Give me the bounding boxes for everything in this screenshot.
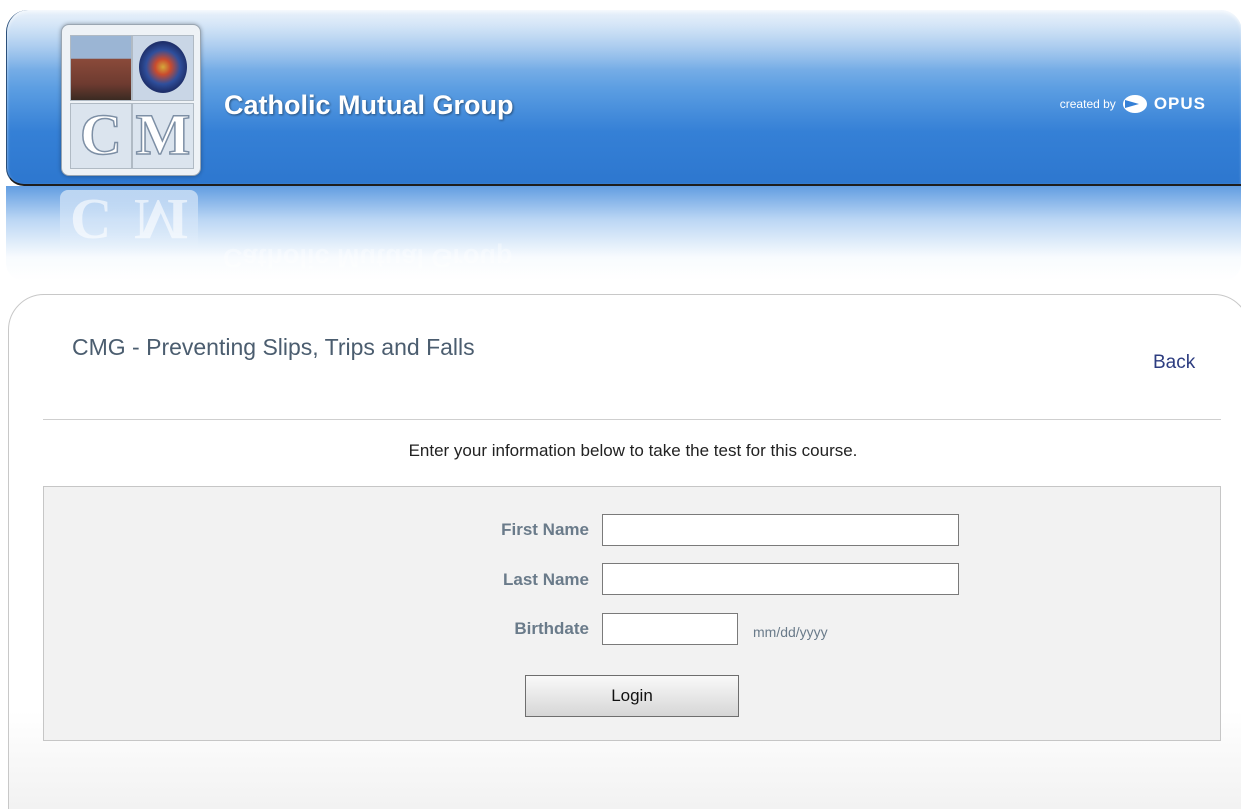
birthdate-format-hint: mm/dd/yyyy [753, 624, 828, 640]
header-banner: C M Catholic Mutual Group created by OPU… [6, 10, 1241, 186]
instructions-text: Enter your information below to take the… [408, 441, 858, 460]
back-link[interactable]: Back [1153, 352, 1195, 374]
logo-rose-window-image [132, 35, 194, 101]
reflection-letter-m: M [134, 187, 189, 252]
birthdate-input[interactable] [602, 613, 738, 645]
page: C M Catholic Mutual Group created by OPU… [0, 0, 1241, 809]
opus-label: OPUS [1153, 94, 1206, 113]
last-name-label: Last Name [503, 570, 589, 589]
logo-letter-m: M [132, 103, 194, 169]
rose-window-icon [139, 41, 187, 93]
birthdate-label: Birthdate [514, 619, 589, 638]
cmg-logo: C M [61, 24, 201, 176]
first-name-label: First Name [501, 520, 589, 539]
course-title: CMG - Preventing Slips, Trips and Falls [72, 334, 475, 360]
opus-logo-icon [1122, 95, 1147, 113]
reflection-logo: C M [60, 187, 198, 252]
logo-letter-c: C [70, 103, 132, 169]
first-name-input[interactable] [602, 514, 959, 546]
created-by-opus: created by OPUS [1060, 94, 1206, 114]
created-by-label: created by [1059, 97, 1116, 111]
logo-church-image [70, 35, 132, 101]
header-reflection: C M Catholic Mutual Group [6, 186, 1241, 281]
last-name-input[interactable] [602, 563, 959, 595]
brand-title: Catholic Mutual Group [224, 90, 514, 120]
reflection-title: Catholic Mutual Group [223, 243, 513, 273]
title-divider [43, 419, 1221, 420]
reflection-letter-c: C [70, 187, 112, 252]
login-button[interactable]: Login [525, 675, 739, 717]
